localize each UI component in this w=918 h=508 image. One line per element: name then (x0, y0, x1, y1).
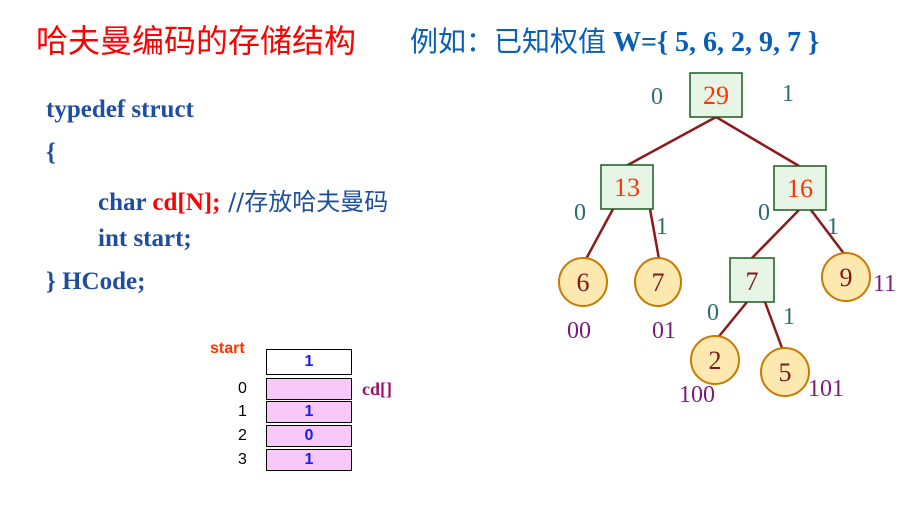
code-label-6: 00 (567, 318, 591, 344)
tree-edge (715, 301, 748, 341)
node-label-2: 2 (709, 346, 722, 375)
tree-edge (584, 208, 615, 260)
node-label-7-internal: 7 (746, 267, 759, 296)
edge-bit-13-right: 1 (656, 214, 668, 240)
huffman-tree: 29 13 16 6 7 7 9 2 5 0 1 0 1 0 1 0 1 00 … (558, 72, 896, 408)
node-label-16: 16 (787, 174, 813, 203)
node-label-6: 6 (577, 268, 590, 297)
tree-edge (625, 115, 717, 168)
node-label-7-leaf: 7 (652, 268, 665, 297)
edge-bit-16-left: 0 (758, 200, 770, 226)
edge-bit-root-right: 1 (782, 81, 794, 107)
code-label-9: 11 (873, 271, 896, 297)
node-label-9: 9 (840, 263, 853, 292)
edge-bit-16-right: 1 (827, 214, 839, 240)
node-label-29: 29 (703, 81, 729, 110)
tree-edge (715, 115, 800, 168)
edge-bit-13-left: 0 (574, 200, 586, 226)
node-label-5: 5 (779, 358, 792, 387)
edge-bit-7-right: 1 (783, 304, 795, 330)
code-label-5: 101 (808, 376, 844, 402)
edge-bit-root-left: 0 (651, 84, 663, 110)
node-label-13: 13 (614, 173, 640, 202)
edge-bit-7-left: 0 (707, 300, 719, 326)
code-label-2: 100 (679, 382, 715, 408)
tree-edge (763, 301, 784, 349)
code-label-7: 01 (652, 318, 676, 344)
